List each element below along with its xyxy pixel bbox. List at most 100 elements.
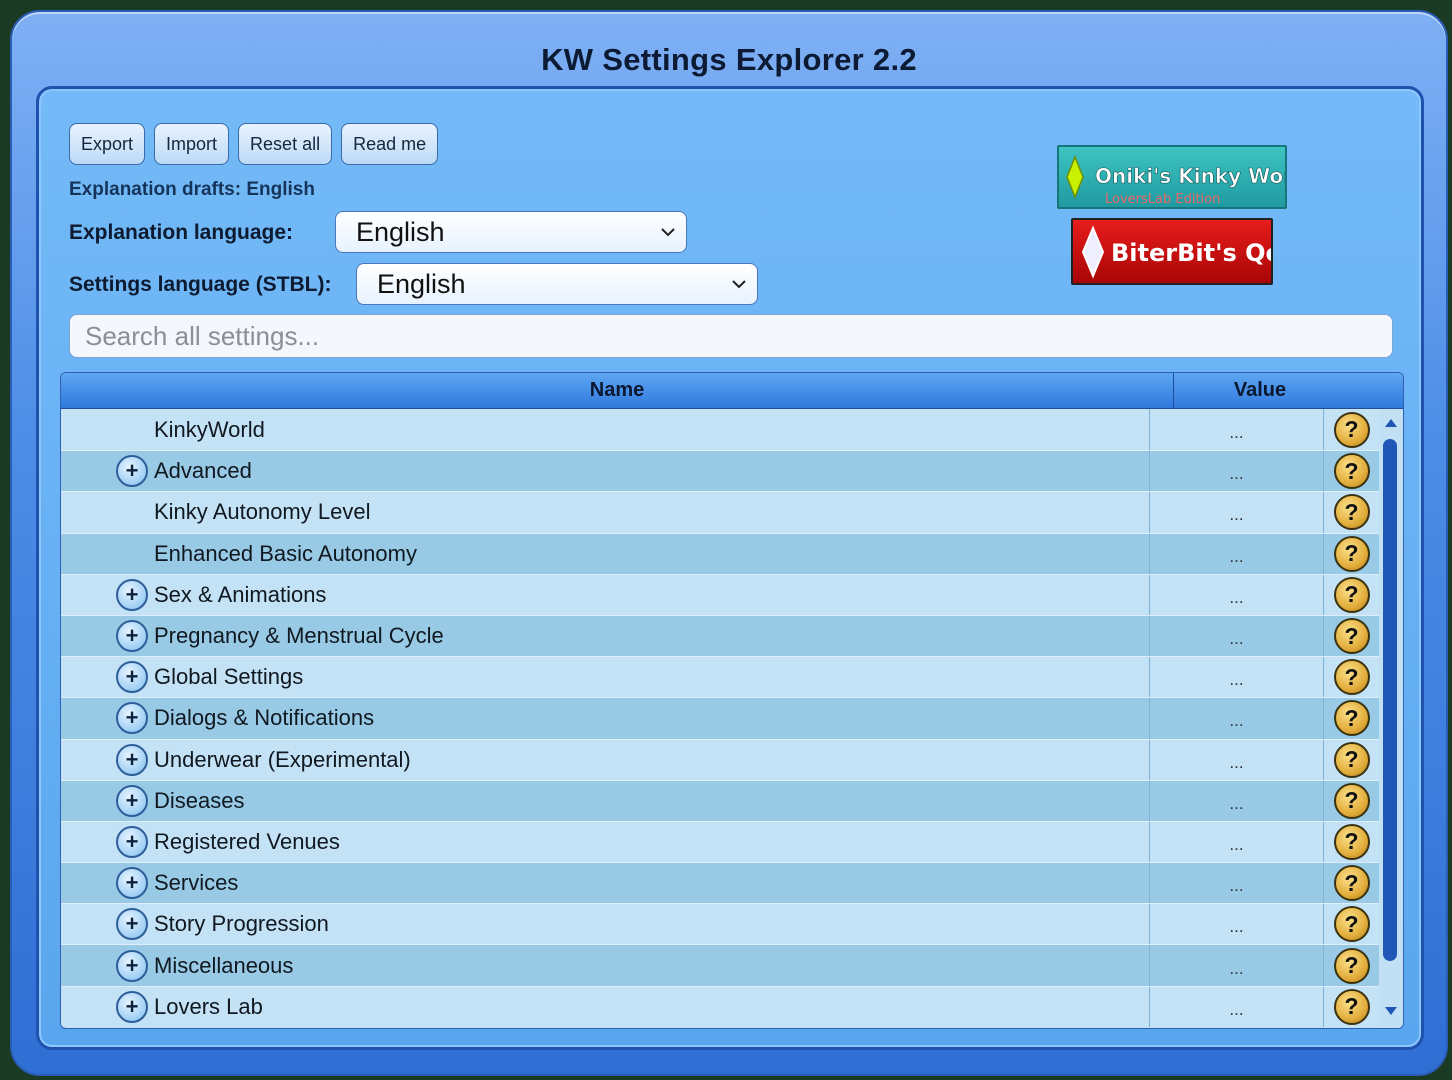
table-row[interactable]: + Advanced...? xyxy=(61,450,1379,492)
setting-value[interactable]: ... xyxy=(1150,657,1324,698)
setting-name: Underwear (Experimental) xyxy=(154,746,411,772)
help-cell: ? xyxy=(1324,740,1379,780)
help-question-icon[interactable]: ? xyxy=(1333,700,1370,737)
setting-value[interactable]: ... xyxy=(1150,739,1324,780)
table-row[interactable]: Enhanced Basic Autonomy...? xyxy=(61,532,1379,574)
help-question-icon[interactable]: ? xyxy=(1333,576,1370,613)
expand-plus-icon[interactable]: + xyxy=(116,867,148,900)
help-question-icon[interactable]: ? xyxy=(1333,659,1370,696)
setting-value[interactable]: ... xyxy=(1150,780,1324,821)
search-input[interactable]: Search all settings... xyxy=(69,314,1393,358)
expand-plus-icon[interactable]: + xyxy=(116,455,148,488)
help-question-icon[interactable]: ? xyxy=(1333,947,1370,984)
expand-plus-icon[interactable]: + xyxy=(116,990,148,1023)
chevron-down-icon xyxy=(661,228,675,237)
expand-plus-icon[interactable]: + xyxy=(116,578,148,611)
expand-plus-icon[interactable]: + xyxy=(116,784,148,817)
table-row[interactable]: + Diseases...? xyxy=(61,779,1379,821)
table-row[interactable]: + Underwear (Experimental)...? xyxy=(61,738,1379,780)
help-cell: ? xyxy=(1324,409,1379,450)
table-row[interactable]: + Pregnancy & Menstrual Cycle...? xyxy=(61,614,1379,657)
expand-plus-icon[interactable]: + xyxy=(116,825,148,858)
explanation-language-value: English xyxy=(356,216,445,247)
read-me-button[interactable]: Read me xyxy=(341,123,439,165)
setting-value[interactable]: ... xyxy=(1150,451,1324,492)
table-row[interactable]: + Miscellaneous...? xyxy=(61,944,1379,986)
setting-value[interactable]: ... xyxy=(1150,821,1324,863)
setting-name: Advanced xyxy=(154,458,252,484)
name-cell: + Advanced xyxy=(61,451,1150,492)
scroll-up-arrow-icon[interactable] xyxy=(1384,417,1398,429)
setting-value[interactable]: ... xyxy=(1150,574,1324,615)
name-cell: + Story Progression xyxy=(61,904,1150,945)
table-body: KinkyWorld...? + Advanced...? Kinky Autonom… xyxy=(61,409,1379,1027)
scrollbar-thumb[interactable] xyxy=(1383,439,1397,961)
explanation-language-select[interactable]: English xyxy=(335,211,687,253)
help-question-icon[interactable]: ? xyxy=(1333,741,1370,778)
reset-all-button[interactable]: Reset all xyxy=(238,123,333,165)
setting-value[interactable]: ... xyxy=(1150,492,1324,533)
expand-plus-icon[interactable]: + xyxy=(116,743,148,776)
name-cell: + Diseases xyxy=(61,780,1150,821)
scroll-down-arrow-icon[interactable] xyxy=(1384,1005,1398,1017)
expand-plus-icon[interactable]: + xyxy=(116,661,148,694)
setting-value[interactable]: ... xyxy=(1150,945,1324,986)
oniki-logo-subtitle: LoversLab Edition xyxy=(1105,192,1220,207)
setting-value[interactable]: ... xyxy=(1150,615,1324,657)
help-question-icon[interactable]: ? xyxy=(1333,453,1370,490)
import-button[interactable]: Import xyxy=(154,123,230,165)
help-cell: ? xyxy=(1324,575,1379,615)
biterbit-qol-logo[interactable]: BiterBit's QoL xyxy=(1071,218,1297,285)
expand-plus-icon[interactable]: + xyxy=(116,620,148,653)
setting-value[interactable]: ... xyxy=(1150,533,1324,574)
setting-name: Enhanced Basic Autonomy xyxy=(154,540,417,566)
column-header-name[interactable]: Name xyxy=(61,373,1174,408)
table-row[interactable]: + Dialogs & Notifications...? xyxy=(61,697,1379,739)
help-cell: ? xyxy=(1324,822,1379,862)
search-placeholder: Search all settings... xyxy=(85,320,320,351)
setting-value[interactable]: ... xyxy=(1150,409,1324,451)
settings-language-select[interactable]: English xyxy=(356,263,758,305)
expand-plus-icon[interactable]: + xyxy=(116,949,148,982)
setting-name: Pregnancy & Menstrual Cycle xyxy=(154,623,444,649)
help-question-icon[interactable]: ? xyxy=(1333,865,1370,902)
help-cell: ? xyxy=(1324,492,1379,532)
scrollbar[interactable] xyxy=(1379,409,1403,1028)
export-button[interactable]: Export xyxy=(69,123,146,165)
help-question-icon[interactable]: ? xyxy=(1333,906,1370,943)
name-cell: + Miscellaneous xyxy=(61,945,1150,986)
table-row[interactable]: + Global Settings...? xyxy=(61,656,1379,698)
name-cell: + Registered Venues xyxy=(61,821,1150,863)
expand-plus-icon[interactable]: + xyxy=(116,908,148,941)
help-question-icon[interactable]: ? xyxy=(1333,411,1370,448)
setting-name: Registered Venues xyxy=(154,828,340,854)
name-cell: + Services xyxy=(61,863,1150,904)
table-row[interactable]: + Services...? xyxy=(61,862,1379,904)
table-row[interactable]: Kinky Autonomy Level...? xyxy=(61,491,1379,533)
help-question-icon[interactable]: ? xyxy=(1333,782,1370,819)
help-cell: ? xyxy=(1324,451,1379,491)
help-question-icon[interactable]: ? xyxy=(1333,618,1370,655)
help-question-icon[interactable]: ? xyxy=(1333,823,1370,860)
help-question-icon[interactable]: ? xyxy=(1333,494,1370,531)
setting-value[interactable]: ... xyxy=(1150,904,1324,945)
table-row[interactable]: + Lovers Lab...? xyxy=(61,985,1379,1027)
name-cell: Enhanced Basic Autonomy xyxy=(61,533,1150,574)
setting-value[interactable]: ... xyxy=(1150,698,1324,739)
table-row[interactable]: + Story Progression...? xyxy=(61,903,1379,945)
oniki-kinky-world-logo[interactable]: Oniki's Kinky World LoversLab Edition xyxy=(1057,145,1315,209)
table-row[interactable]: + Sex & Animations...? xyxy=(61,573,1379,615)
setting-value[interactable]: ... xyxy=(1150,863,1324,904)
setting-name: Miscellaneous xyxy=(154,952,294,978)
column-header-value[interactable]: Value xyxy=(1174,373,1346,408)
setting-value[interactable]: ... xyxy=(1150,986,1324,1027)
table-row[interactable]: KinkyWorld...? xyxy=(61,409,1379,451)
explanation-language-label: Explanation language: xyxy=(69,221,294,244)
setting-name: KinkyWorld xyxy=(154,416,265,442)
expand-plus-icon[interactable]: + xyxy=(116,702,148,735)
table-row[interactable]: + Registered Venues...? xyxy=(61,820,1379,863)
settings-table: Name Value KinkyWorld...? + Advanced...? Ki… xyxy=(60,372,1404,1029)
help-question-icon[interactable]: ? xyxy=(1333,988,1370,1025)
help-question-icon[interactable]: ? xyxy=(1333,535,1370,572)
oniki-logo-graphic: Oniki's Kinky World LoversLab Edition xyxy=(1066,154,1315,207)
